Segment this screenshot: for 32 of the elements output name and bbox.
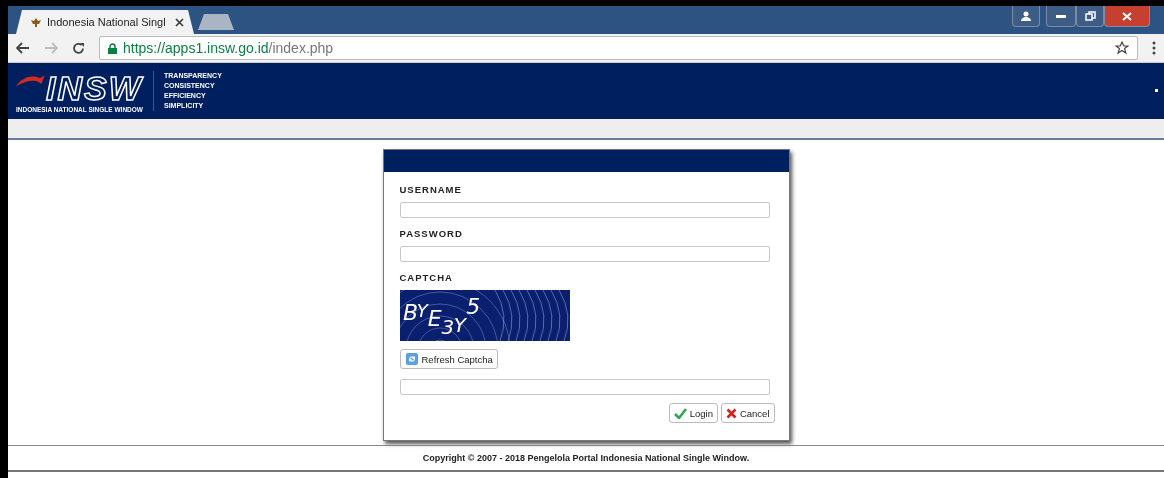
field-label: USERNAME xyxy=(399,184,463,195)
close-icon xyxy=(1122,11,1132,21)
close-window-button[interactable] xyxy=(1104,6,1150,27)
emblem-icon xyxy=(30,16,42,28)
checkmark-icon xyxy=(673,407,687,419)
field-label: PASSWORD xyxy=(399,228,464,239)
field-label: CAPTCHA xyxy=(399,272,454,283)
close-icon[interactable] xyxy=(175,17,184,27)
refresh-captcha-button[interactable]: Refresh Captcha xyxy=(399,349,498,369)
captcha-input-field[interactable] xyxy=(399,379,770,395)
cancel-button[interactable]: Cancel xyxy=(720,403,775,423)
minimize-button[interactable] xyxy=(1046,6,1076,27)
login-button[interactable]: Login xyxy=(668,403,718,423)
cross-icon xyxy=(725,407,737,419)
back-arrow-icon[interactable] xyxy=(16,42,30,54)
reload-icon[interactable] xyxy=(72,41,85,55)
minimize-icon xyxy=(1056,14,1066,18)
menu-icon[interactable] xyxy=(1152,41,1156,55)
address-bar[interactable]: https://apps1.insw.go.id/index.php xyxy=(99,36,1138,60)
logo-text: INSW xyxy=(46,69,143,106)
new-tab-button[interactable] xyxy=(198,14,234,30)
profile-button[interactable] xyxy=(1012,6,1040,27)
browser-tab[interactable]: Indonesia National Singl xyxy=(16,10,194,34)
restore-button[interactable] xyxy=(1076,6,1104,27)
person-icon xyxy=(1020,11,1032,21)
refresh-icon xyxy=(404,352,419,366)
lock-icon xyxy=(108,42,117,54)
restore-icon xyxy=(1084,11,1096,21)
star-icon[interactable] xyxy=(1115,41,1129,55)
password-input-field[interactable] xyxy=(399,246,770,262)
copyright-text: Copyright © 2007 - 2018 Pengelola Portal Indonesia National Single Window. xyxy=(8,445,1164,472)
username-input-field[interactable] xyxy=(399,202,770,218)
